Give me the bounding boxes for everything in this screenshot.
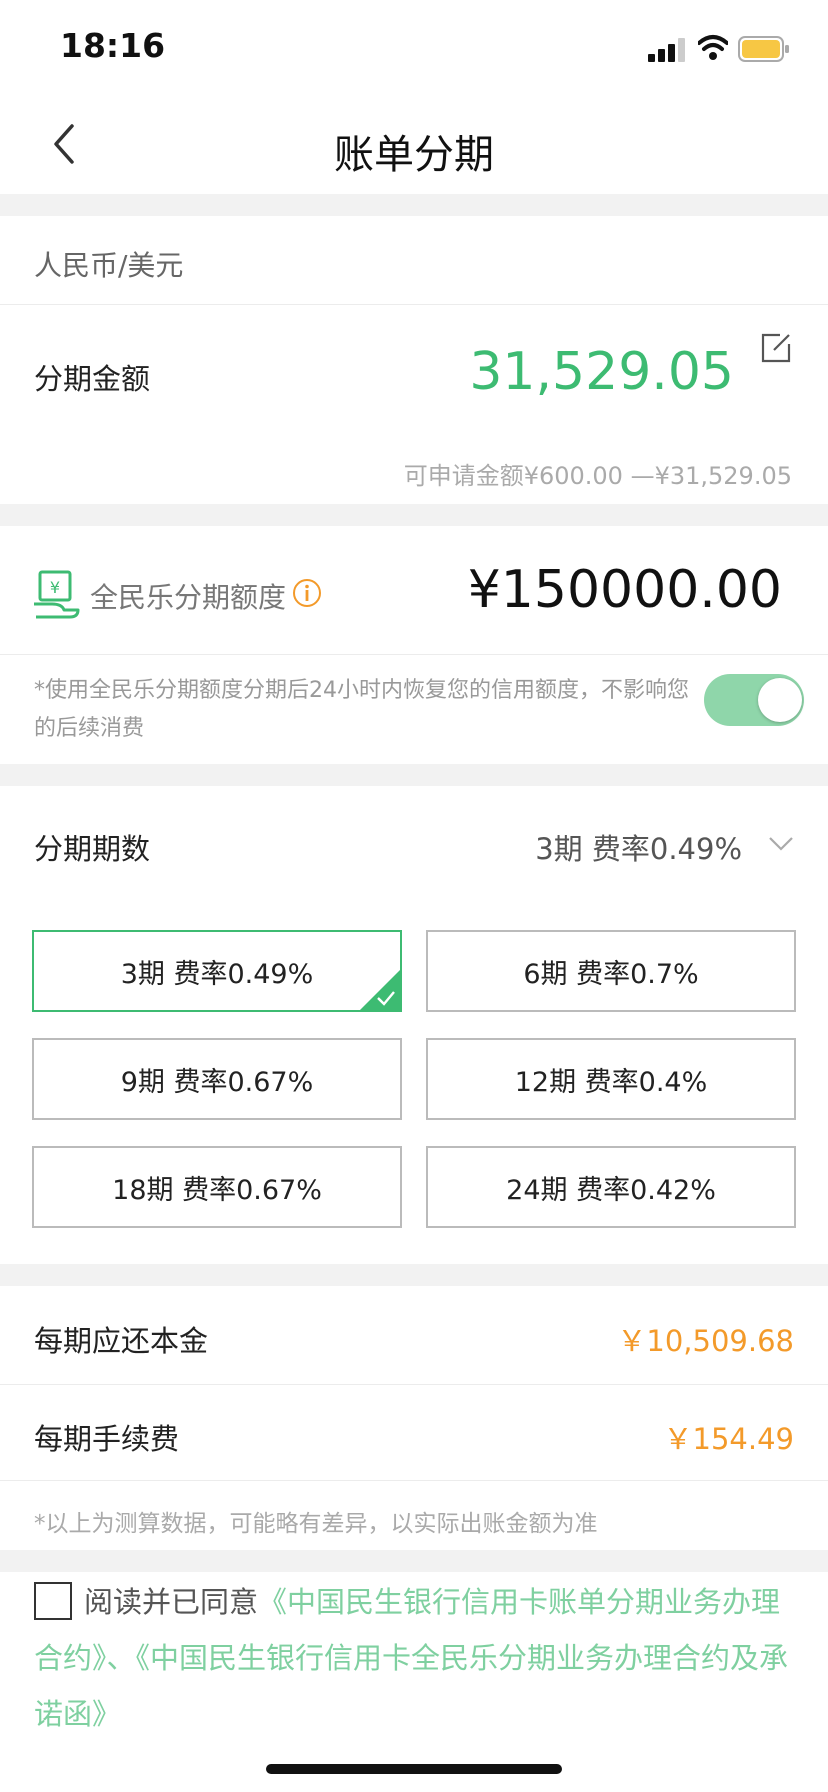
period-option-24[interactable]: 24期 费率0.42% (426, 1146, 796, 1228)
fee-label: 每期手续费 (34, 1422, 180, 1456)
currency-label: 人民币/美元 (34, 249, 184, 282)
svg-text:¥: ¥ (50, 578, 60, 597)
divider (0, 1384, 828, 1385)
battery-icon (738, 36, 789, 62)
agreement-link-2[interactable]: 《中国民生银行信用卡全民乐分期业务办理合约及承诺函》 (34, 1641, 788, 1731)
divider (0, 304, 828, 305)
period-option-6[interactable]: 6期 费率0.7% (426, 930, 796, 1012)
amount-range-hint: 可申请金额¥600.00 —¥31,529.05 (403, 462, 792, 490)
period-option-3[interactable]: 3期 费率0.49% (32, 930, 402, 1012)
home-indicator[interactable] (266, 1764, 562, 1774)
status-time: 18:16 (60, 26, 166, 65)
info-icon[interactable] (292, 578, 322, 608)
quota-note: *使用全民乐分期额度分期后24小时内恢复您的信用额度，不影响您的后续消费 (34, 678, 689, 741)
period-option-label: 9期 费率0.67% (120, 1066, 314, 1098)
disclaimer: *以上为测算数据，可能略有差异，以实际出账金额为准 (34, 1511, 598, 1537)
period-option-12[interactable]: 12期 费率0.4% (426, 1038, 796, 1120)
agreement-text: 阅读并已同意《中国民生银行信用卡账单分期业务办理合约》、《中国民生银行信用卡全民… (34, 1574, 804, 1742)
period-option-label: 24期 费率0.42% (506, 1174, 716, 1206)
agreement-separator: 、 (106, 1641, 136, 1675)
period-option-9[interactable]: 9期 费率0.67% (32, 1038, 402, 1120)
toggle-knob (758, 678, 802, 722)
period-option-label: 18期 费率0.67% (112, 1174, 322, 1206)
installment-amount-value[interactable]: 31,529.05 (469, 342, 734, 402)
quota-label: 全民乐分期额度 (90, 581, 287, 614)
period-option-18[interactable]: 18期 费率0.67% (32, 1146, 402, 1228)
quota-amount: ¥150000.00 (467, 560, 782, 620)
agreement-prefix: 阅读并已同意 (84, 1585, 259, 1619)
periods-label: 分期期数 (34, 832, 151, 866)
divider (0, 654, 828, 655)
page-title: 账单分期 (334, 132, 494, 178)
chevron-down-icon[interactable] (768, 836, 794, 852)
periods-selected-value[interactable]: 3期 费率0.49% (535, 826, 742, 868)
yen-wallet-icon: ¥ (34, 570, 80, 619)
period-option-label: 6期 费率0.7% (523, 958, 699, 990)
check-icon (377, 991, 395, 1006)
installment-amount-label: 分期金额 (34, 362, 151, 396)
fee-value: ￥154.49 (663, 1422, 794, 1456)
wifi-icon (698, 35, 728, 60)
principal-label: 每期应还本金 (34, 1324, 209, 1358)
period-option-label: 12期 费率0.4% (514, 1066, 708, 1098)
edit-icon[interactable] (760, 332, 792, 364)
period-option-label: 3期 费率0.49% (120, 958, 314, 990)
cellular-signal-icon (648, 38, 685, 62)
principal-value: ￥10,509.68 (617, 1324, 794, 1358)
divider (0, 1480, 828, 1481)
